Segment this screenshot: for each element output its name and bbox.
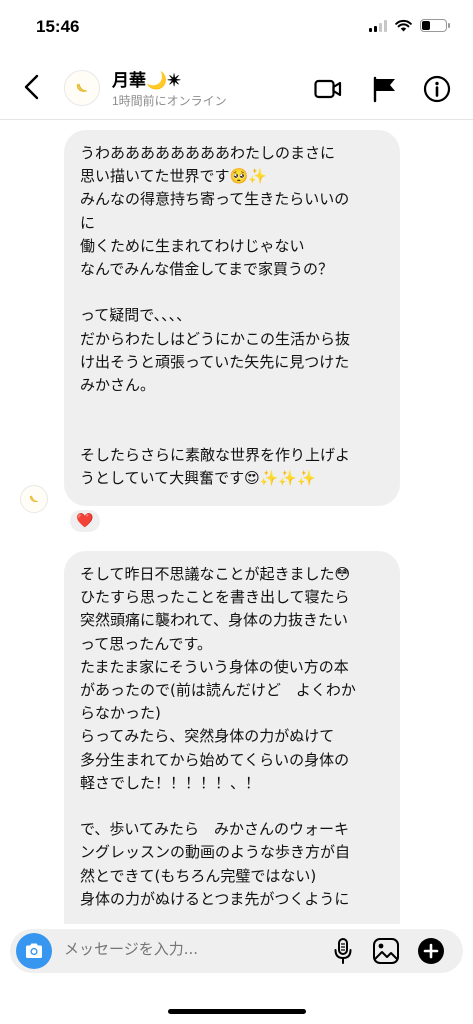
camera-icon	[26, 943, 42, 958]
banana-moon-icon	[76, 83, 88, 92]
message-line: たまたま家にそういう身体の使い方の本	[80, 657, 349, 676]
message-line: ひたすら思ったことを書き出して寝たら	[80, 588, 350, 607]
chat-header: 月華🌙✴︎ 1時間前にオンライン	[0, 58, 473, 120]
message-line	[80, 420, 386, 443]
message-composer	[10, 929, 463, 973]
message-line: って思ったんです。	[80, 634, 213, 653]
message-line: で、歩いてみたら みかさんのウォーキ	[80, 820, 349, 839]
sender-avatar[interactable]	[20, 485, 48, 513]
banana-moon-icon	[29, 495, 38, 502]
add-icon[interactable]	[416, 936, 446, 966]
message-line: らなかった)	[80, 704, 161, 723]
message-line: があったので(前は読んだけど よくわか	[80, 681, 356, 700]
status-icons	[369, 19, 450, 32]
message-line: そしたらさらに素敵な世界を作り上げよ	[80, 445, 351, 464]
home-indicator	[168, 1009, 306, 1014]
message-line	[80, 281, 386, 304]
message-line: 然とできて(もちろん完璧ではない)	[80, 866, 317, 885]
status-bar: 15:46	[0, 0, 473, 58]
gallery-icon[interactable]	[371, 936, 401, 966]
status-time: 15:46	[36, 17, 80, 36]
message-line: うとしていて大興奮です😍✨✨✨	[80, 468, 316, 487]
video-call-icon[interactable]	[313, 74, 343, 104]
online-status: 1時間前にオンライン	[112, 94, 227, 108]
microphone-icon[interactable]	[328, 936, 358, 966]
message-line: に	[80, 213, 96, 232]
back-arrow-icon[interactable]	[20, 72, 44, 102]
message-line: だからわたしはどうにかこの生活から抜	[80, 329, 351, 348]
message-line	[80, 795, 386, 818]
message-line: 軽さでした！！！！！、！	[80, 773, 261, 792]
heart-reaction[interactable]: ❤️	[68, 508, 102, 534]
avatar[interactable]	[64, 70, 100, 106]
camera-button[interactable]	[16, 933, 52, 969]
message-line	[80, 397, 386, 420]
message-line: みかさん。	[80, 376, 156, 395]
message-line: 多分生まれてから始めてくらいの身体の	[80, 750, 350, 769]
info-icon[interactable]	[422, 74, 452, 104]
cellular-signal-icon	[369, 19, 387, 32]
message-line: って疑問で、、、、	[80, 306, 192, 325]
wifi-icon	[395, 19, 412, 32]
battery-icon	[420, 19, 450, 32]
message-thread[interactable]: うわああああああああわたしのまさに 思い描いてた世界です🥺✨ みんなの得意持ち寄…	[0, 121, 473, 924]
message-line: らってみたら、突然身体の力がぬけて	[80, 727, 335, 746]
message-line: け出そうと頑張っていた矢先に見つけた	[80, 352, 350, 371]
message-bubble[interactable]: うわああああああああわたしのまさに 思い描いてた世界です🥺✨ みんなの得意持ち寄…	[64, 130, 400, 506]
flag-icon[interactable]	[370, 74, 400, 104]
message-line: 突然頭痛に襲われて、身体の力抜きたい	[80, 611, 349, 630]
message-line: 身体の力がぬけるとつま先がつくように	[80, 889, 350, 908]
message-line: 働くために生まれてわけじゃない	[80, 236, 305, 255]
contact-name[interactable]: 月華🌙✴︎	[112, 66, 181, 91]
message-line: そして昨日不思議なことが起きました😳	[80, 565, 351, 583]
message-input[interactable]	[64, 940, 314, 958]
message-line: うわああああああああわたしのまさに	[80, 144, 336, 162]
message-line: みんなの得意持ち寄って生きたらいいの	[80, 190, 350, 209]
message-line: ングレッスンの動画のような歩き方が自	[80, 843, 351, 862]
message-bubble[interactable]: そして昨日不思議なことが起きました😳 ひたすら思ったことを書き出して寝たら 突然…	[64, 551, 400, 924]
message-line: なんでみんな借金してまで家買うの？	[80, 260, 334, 279]
message-line: 思い描いてた世界です🥺✨	[80, 167, 267, 186]
